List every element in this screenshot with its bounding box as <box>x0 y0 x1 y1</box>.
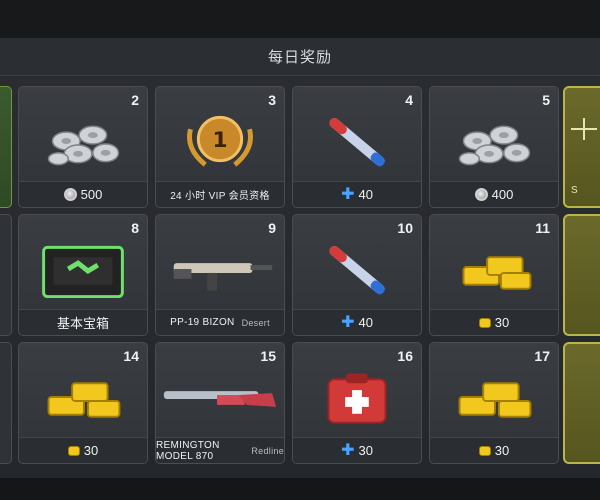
day-number: 14 <box>123 348 139 364</box>
day-number: 9 <box>268 220 276 236</box>
reward-label: PP-19 BIZON Desert <box>156 309 284 335</box>
reward-cell-partial-right[interactable] <box>563 342 600 464</box>
reward-cell[interactable]: 16 ✚ 30 <box>292 342 422 464</box>
reward-label: REMINGTON MODEL 870 Redline <box>156 437 284 463</box>
reward-cell-partial-left[interactable] <box>0 86 12 208</box>
reward-cell[interactable]: 11 30 <box>429 214 559 336</box>
shotgun-weapon-icon <box>163 391 277 407</box>
reward-cell[interactable]: 15 REMINGTON MODEL 870 Redline <box>155 342 285 464</box>
silver-coins-icon <box>458 125 531 166</box>
reward-label: ✚ 30 <box>293 437 421 463</box>
reward-cell-partial-right[interactable] <box>563 214 600 336</box>
gold-icon <box>67 445 80 456</box>
reward-label: 400 <box>430 181 558 207</box>
gold-bars-icon <box>47 382 121 418</box>
reward-label: 24 小时 VIP 会员资格 <box>156 181 284 207</box>
day-number: 3 <box>268 92 276 108</box>
silver-coins-icon <box>47 125 120 166</box>
gold-icon <box>478 445 491 456</box>
gold-icon <box>478 317 491 328</box>
reward-cell[interactable]: 3 1 24 小时 VIP 会员资格 <box>155 86 285 208</box>
gold-bars-icon <box>458 382 532 418</box>
day-number: 11 <box>535 220 550 236</box>
day-number: 15 <box>260 348 276 364</box>
day-number: 8 <box>131 220 139 236</box>
day-number: 5 <box>542 92 550 108</box>
reward-label: ✚ 40 <box>293 181 421 207</box>
top-bar <box>0 0 600 38</box>
plus-icon: ✚ <box>341 185 355 203</box>
basic-crate-icon <box>42 245 124 299</box>
vip-laurel-badge-icon: 1 <box>187 115 253 167</box>
bottom-bar <box>0 478 600 500</box>
svg-text:1: 1 <box>212 128 227 153</box>
reward-cell-partial-left[interactable] <box>0 214 12 336</box>
plus-icon: ✚ <box>341 441 355 459</box>
reward-cell[interactable]: 9 PP-19 BIZON Desert <box>155 214 285 336</box>
reward-cell[interactable]: 4 ✚ 40 <box>292 86 422 208</box>
page-title: 每日奖励 <box>0 38 600 76</box>
reward-cell-partial-left[interactable] <box>0 342 12 464</box>
reward-label: ✚ 40 <box>293 309 421 335</box>
reward-cell[interactable]: 10 ✚ 40 <box>292 214 422 336</box>
reward-label: 30 <box>430 437 558 463</box>
reward-cell[interactable]: 14 30 <box>18 342 148 464</box>
adrenaline-syringe-icon <box>329 118 385 167</box>
day-number: 16 <box>397 348 413 364</box>
reward-label: 500 <box>19 181 147 207</box>
silver-coin-icon <box>474 188 488 201</box>
reward-cell[interactable]: 8 基本宝箱 <box>18 214 148 336</box>
reward-label: 30 <box>19 437 147 463</box>
gold-bars-icon <box>462 256 532 290</box>
medkit-icon <box>327 373 387 424</box>
reward-label: 30 <box>430 309 558 335</box>
reward-label: 基本宝箱 <box>19 309 147 335</box>
reward-cell[interactable]: 2 500 <box>18 86 148 208</box>
day-number: 10 <box>397 220 413 236</box>
day-number: 17 <box>534 348 550 364</box>
plus-icon: ✚ <box>341 313 355 331</box>
reward-cell[interactable]: 17 30 <box>429 342 559 464</box>
smg-weapon-icon <box>173 263 273 291</box>
reward-cell-partial-right[interactable]: S <box>563 86 600 208</box>
day-number: 2 <box>131 92 139 108</box>
reward-cell[interactable]: 5 400 <box>429 86 559 208</box>
day-number: 4 <box>405 92 413 108</box>
silver-coin-icon <box>63 188 77 201</box>
adrenaline-syringe-icon <box>329 246 385 295</box>
